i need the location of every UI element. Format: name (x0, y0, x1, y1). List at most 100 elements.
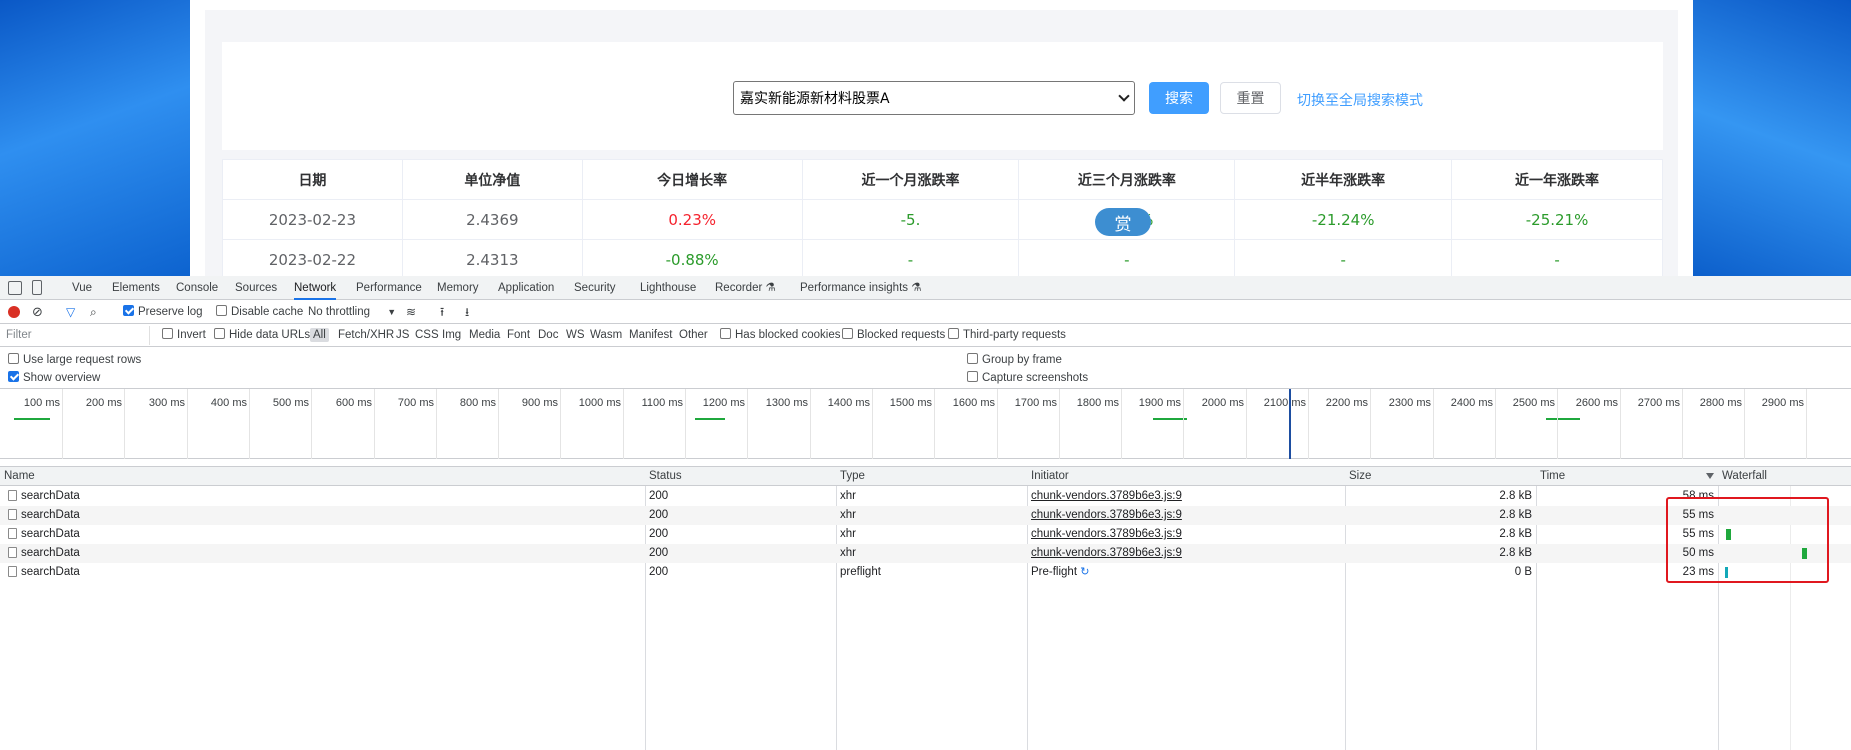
inspect-element-icon[interactable] (8, 281, 22, 295)
filter-input[interactable]: Filter (0, 326, 150, 345)
blocked-cookies-checkbox[interactable]: Has blocked cookies (720, 324, 840, 347)
overview-tick-label: 700 ms (397, 397, 434, 409)
reward-badge[interactable]: 赏 (1095, 208, 1151, 236)
column-header-initiator[interactable]: Initiator (1027, 467, 1069, 486)
column-header-size[interactable]: Size (1345, 467, 1371, 486)
request-row[interactable]: searchData 200 xhr chunk-vendors.3789b6e3.j… (0, 487, 1851, 506)
devtools-panel: Vue Elements Console Sources Network Per… (0, 276, 1851, 750)
tab-network[interactable]: Network (294, 276, 337, 300)
header-3m-change: 近三个月涨跌率 (1018, 159, 1236, 200)
request-initiator[interactable]: chunk-vendors.3789b6e3.js:9 (1031, 525, 1182, 544)
request-type: xhr (840, 509, 856, 521)
overview-tick-label: 2500 ms (1512, 397, 1555, 409)
tab-application[interactable]: Application (498, 276, 554, 300)
column-header-status[interactable]: Status (645, 467, 682, 486)
overview-gridline (1557, 389, 1558, 459)
overview-tick-label: 2900 ms (1761, 397, 1804, 409)
clear-icon[interactable]: ⊘ (32, 300, 43, 324)
invert-checkbox[interactable]: Invert (162, 324, 206, 347)
import-har-icon[interactable]: ⭱ (440, 300, 444, 324)
network-overview-timeline[interactable]: 100 ms 200 ms 300 ms 400 ms 500 ms 600 ms 700 … (0, 389, 1851, 459)
search-button[interactable]: 搜索 (1149, 82, 1209, 114)
blocked-requests-checkbox[interactable]: Blocked requests (842, 324, 945, 347)
tab-memory[interactable]: Memory (437, 276, 479, 300)
large-rows-checkbox[interactable]: Use large request rows (8, 351, 141, 369)
type-filter-ws[interactable]: WS (566, 324, 585, 347)
overview-request-bar (1546, 418, 1580, 420)
network-filter-bar: Filter Invert Hide data URLs All Fetch/X… (0, 324, 1851, 347)
type-filter-other[interactable]: Other (679, 324, 708, 347)
capture-screenshots-checkbox[interactable]: Capture screenshots (967, 369, 1088, 387)
tab-performance-insights[interactable]: Performance insights ⚗ (800, 276, 922, 300)
tab-recorder[interactable]: Recorder ⚗ (715, 276, 776, 300)
overview-request-bar (695, 418, 725, 420)
overview-tick-label: 2700 ms (1637, 397, 1680, 409)
request-size: 2.8 kB (1499, 547, 1532, 559)
request-initiator[interactable]: chunk-vendors.3789b6e3.js:9 (1031, 506, 1182, 525)
filter-icon[interactable]: ▽ (66, 300, 75, 324)
overview-tick-label: 1800 ms (1076, 397, 1119, 409)
table-row: 2023-02-23 2.4369 0.23% -5. -0.90% -21.2… (222, 199, 1663, 240)
type-filter-img[interactable]: Img (442, 324, 461, 347)
export-har-icon[interactable]: ⭳ (465, 300, 469, 324)
cell-date: 2023-02-22 (222, 239, 403, 276)
tab-performance[interactable]: Performance (356, 276, 422, 300)
type-filter-doc[interactable]: Doc (538, 324, 558, 347)
column-header-time[interactable]: Time (1536, 467, 1718, 486)
search-icon[interactable]: ⌕ (90, 300, 97, 324)
type-filter-js[interactable]: JS (396, 324, 409, 347)
column-header-time-label: Time (1540, 470, 1566, 482)
fund-select-value: 嘉实新能源新材料股票A (740, 91, 890, 107)
type-filter-css[interactable]: CSS (415, 324, 439, 347)
throttling-select[interactable]: No throttling ▼ (308, 300, 396, 324)
tab-vue[interactable]: Vue (72, 276, 92, 300)
column-header-name[interactable]: Name (0, 467, 35, 486)
type-filter-all[interactable]: All (310, 324, 329, 347)
large-rows-label: Use large request rows (23, 354, 142, 366)
document-icon (8, 509, 17, 520)
overview-tick-label: 2100 ms (1263, 397, 1306, 409)
request-row[interactable]: searchData 200 preflight Pre-flight ↻ 0 B 23 … (0, 563, 1851, 582)
overview-gridline (1495, 389, 1496, 459)
tab-elements[interactable]: Elements (112, 276, 160, 300)
fund-select[interactable]: 嘉实新能源新材料股票A (733, 81, 1135, 115)
overview-tick-label: 2800 ms (1699, 397, 1742, 409)
request-name: searchData (8, 563, 80, 582)
network-conditions-icon[interactable]: ≋ (406, 300, 416, 324)
request-row[interactable]: searchData 200 xhr chunk-vendors.3789b6e3.j… (0, 544, 1851, 563)
preserve-log-checkbox[interactable]: Preserve log (123, 300, 203, 324)
disable-cache-checkbox[interactable]: Disable cache (216, 300, 303, 324)
show-overview-checkbox[interactable]: Show overview (8, 369, 100, 387)
capture-screenshots-label: Capture screenshots (982, 372, 1089, 384)
tab-lighthouse[interactable]: Lighthouse (640, 276, 696, 300)
highlight-annotation-box (1666, 497, 1829, 583)
column-header-type[interactable]: Type (836, 467, 865, 486)
hide-data-urls-checkbox[interactable]: Hide data URLs (214, 324, 310, 347)
type-filter-manifest[interactable]: Manifest (629, 324, 672, 347)
third-party-checkbox[interactable]: Third-party requests (948, 324, 1066, 347)
tab-security[interactable]: Security (574, 276, 616, 300)
overview-gridline (249, 389, 250, 459)
type-filter-media[interactable]: Media (469, 324, 500, 347)
tab-sources[interactable]: Sources (235, 276, 277, 300)
web-page: 嘉实新能源新材料股票A 搜索 重置 切换至全局搜索模式 日期 单位净值 今日增长… (190, 0, 1693, 276)
header-date: 日期 (222, 159, 403, 200)
overview-tick-label: 2300 ms (1388, 397, 1431, 409)
request-row[interactable]: searchData 200 xhr chunk-vendors.3789b6e3.j… (0, 506, 1851, 525)
request-initiator-text: chunk-vendors.3789b6e3.js:9 (1031, 490, 1182, 502)
reset-button[interactable]: 重置 (1220, 82, 1281, 114)
request-initiator[interactable]: chunk-vendors.3789b6e3.js:9 (1031, 544, 1182, 563)
type-filter-wasm[interactable]: Wasm (590, 324, 622, 347)
request-row[interactable]: searchData 200 xhr chunk-vendors.3789b6e3.j… (0, 525, 1851, 544)
reveal-request-icon[interactable]: ↻ (1080, 566, 1089, 578)
overview-tick-label: 1300 ms (765, 397, 808, 409)
column-header-waterfall[interactable]: Waterfall (1718, 467, 1767, 486)
type-filter-fetch-xhr[interactable]: Fetch/XHR (338, 324, 394, 347)
group-by-frame-checkbox[interactable]: Group by frame (967, 351, 1062, 369)
request-initiator[interactable]: chunk-vendors.3789b6e3.js:9 (1031, 487, 1182, 506)
global-search-mode-link[interactable]: 切换至全局搜索模式 (1297, 90, 1423, 110)
tab-console[interactable]: Console (176, 276, 218, 300)
device-toolbar-icon[interactable] (32, 280, 42, 295)
type-filter-font[interactable]: Font (507, 324, 530, 347)
record-icon[interactable] (8, 306, 20, 318)
